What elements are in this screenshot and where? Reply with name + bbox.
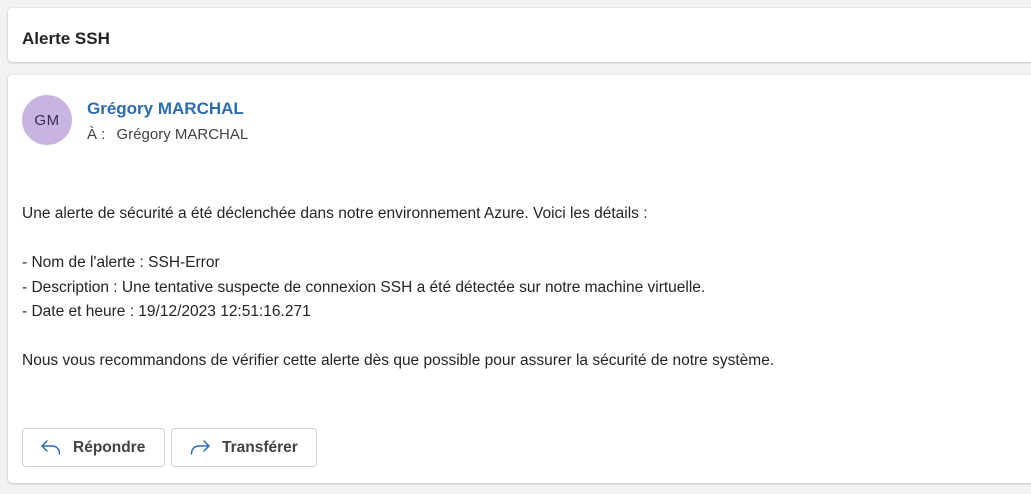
body-intro: Une alerte de sécurité a été déclenchée … — [22, 205, 648, 222]
forward-arrow-icon — [188, 438, 212, 458]
forward-button[interactable]: Transférer — [171, 428, 317, 467]
subject-title: Alerte SSH — [22, 29, 110, 48]
reply-button[interactable]: Répondre — [22, 428, 165, 467]
body-detail-description: - Description : Une tentative suspecte d… — [22, 278, 706, 296]
body-detail-datetime: - Date et heure : 19/12/2023 12:51:16.27… — [22, 303, 311, 320]
sender-avatar[interactable]: GM — [22, 95, 72, 145]
body-closing: Nous vous recommandons de vérifier cette… — [22, 352, 775, 369]
forward-label: Transférer — [222, 438, 298, 456]
message-body: Une alerte de sécurité a été déclenchée … — [22, 202, 1012, 374]
recipient-line: À : Grégory MARCHAL — [87, 126, 248, 144]
to-label: À : — [87, 126, 106, 143]
recipient-name[interactable]: Grégory MARCHAL — [117, 126, 249, 143]
message-card: GM Grégory MARCHAL À : Grégory MARCHAL U… — [8, 75, 1031, 483]
subject-header: Alerte SSH — [8, 8, 1031, 62]
reply-arrow-icon — [39, 438, 63, 458]
mail-reading-pane: Alerte SSH GM Grégory MARCHAL À : Grégor… — [0, 0, 1031, 494]
reply-label: Répondre — [73, 438, 146, 456]
body-detail-alert-name: - Nom de l'alerte : SSH-Error — [22, 254, 220, 271]
sender-name[interactable]: Grégory MARCHAL — [87, 99, 244, 119]
